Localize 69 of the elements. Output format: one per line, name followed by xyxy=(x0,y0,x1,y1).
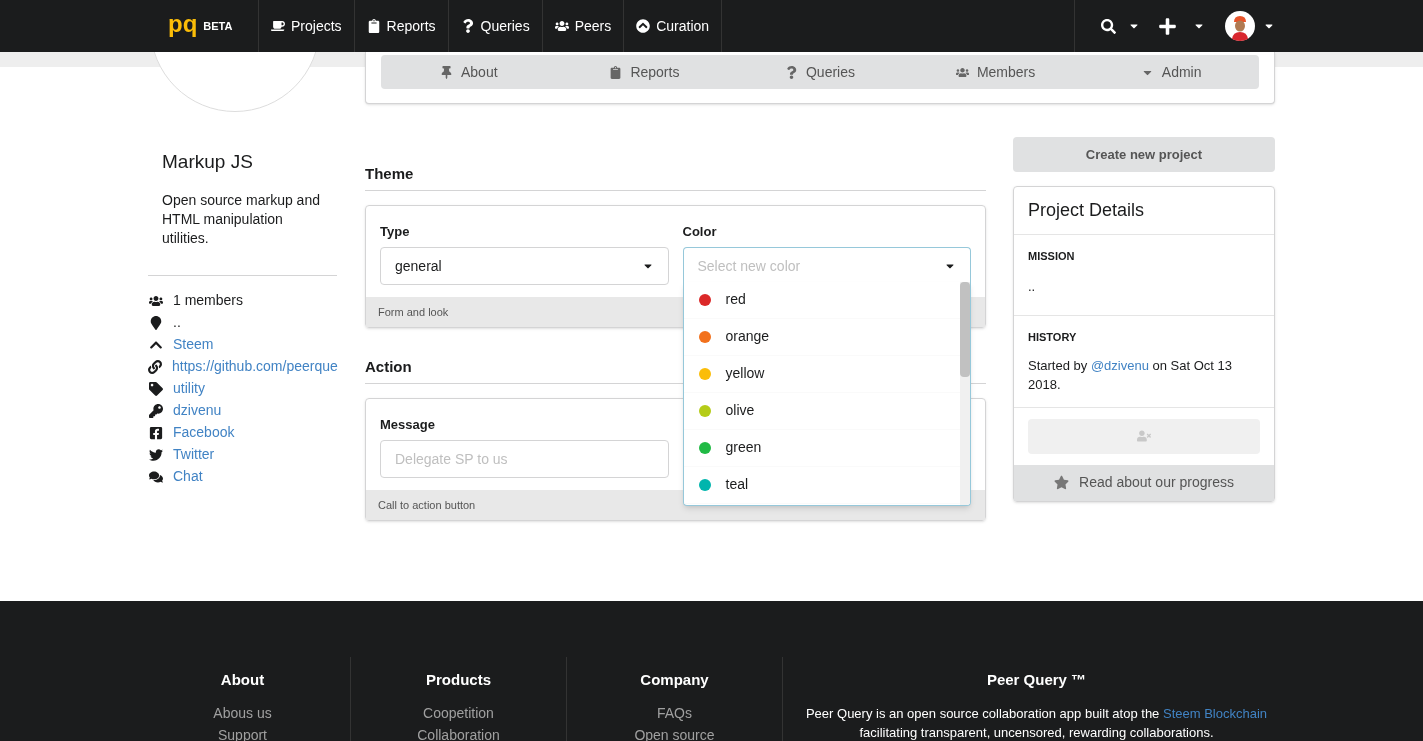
color-option[interactable]: green xyxy=(683,429,960,467)
section-heading: Theme xyxy=(365,163,986,191)
chat-icon xyxy=(148,469,163,484)
add-button[interactable] xyxy=(1158,16,1205,36)
mission-label: MISSION xyxy=(1028,249,1076,264)
clipboard-icon xyxy=(609,65,623,79)
footer-heading: Company xyxy=(640,670,709,690)
field-label: Color xyxy=(682,222,718,241)
user-remove-icon xyxy=(1137,429,1151,443)
sidebar-text: .. xyxy=(173,313,181,332)
facebook-icon xyxy=(148,425,163,440)
chevron-up-icon xyxy=(636,19,651,33)
users-icon xyxy=(148,293,163,308)
cup-icon xyxy=(271,19,285,33)
beta-label: BETA xyxy=(203,18,233,34)
project-tab[interactable]: Members xyxy=(907,55,1084,89)
footer-link[interactable]: Collaboration xyxy=(417,725,500,741)
sidebar-link[interactable]: Steem xyxy=(173,334,214,355)
footer-heading: Peer Query ™ xyxy=(986,670,1087,690)
search-icon xyxy=(1101,18,1116,34)
progress-link[interactable]: Read about our progress xyxy=(1014,464,1274,501)
pin-icon xyxy=(440,65,453,79)
project-tab[interactable]: Admin xyxy=(1083,55,1259,89)
tag-icon xyxy=(148,381,163,396)
steem-link[interactable]: Steem Blockchain xyxy=(1163,705,1268,721)
project-tab[interactable]: Reports xyxy=(556,55,733,89)
mission-text: .. xyxy=(1028,277,1037,296)
project-tab[interactable]: About xyxy=(381,55,557,89)
project-description: Open source markup and HTML manipulation utilities. xyxy=(162,190,321,248)
key-icon xyxy=(148,403,163,418)
footer-link[interactable]: Coopetition xyxy=(423,703,494,722)
project-tab[interactable]: Queries xyxy=(732,55,908,89)
create-project-button[interactable]: Create new project xyxy=(1013,137,1275,172)
sidebar-text: 1 members xyxy=(173,291,244,310)
color-option[interactable]: olive xyxy=(683,392,960,430)
sidebar-link[interactable]: Facebook xyxy=(173,422,235,443)
footer-about-text: Peer Query is an open source collaboration app built atop the Steem Blockchain facilitating transparent, uncensored, rewarding collaborations. xyxy=(804,704,1269,741)
card-title: Project Details xyxy=(1014,187,1274,235)
user-link[interactable]: @dzivenu xyxy=(1090,357,1149,373)
search-button[interactable] xyxy=(1101,18,1140,34)
avatar-icon xyxy=(1225,11,1255,41)
footer-heading: Products xyxy=(426,670,491,690)
message-field[interactable]: Delegate SP to us xyxy=(380,440,669,478)
sidebar-link[interactable]: dzivenu xyxy=(173,400,222,421)
history-label: HISTORY xyxy=(1028,330,1078,345)
type-select[interactable]: general xyxy=(380,247,669,285)
question-icon xyxy=(784,65,798,79)
logo[interactable]: pq xyxy=(168,12,198,36)
users-icon xyxy=(554,19,569,33)
field-label: Type xyxy=(380,222,411,241)
link-icon xyxy=(148,359,162,374)
users-icon xyxy=(955,65,969,79)
sidebar-link[interactable]: https://github.com/peerque xyxy=(172,356,338,377)
sidebar-link[interactable]: utility xyxy=(173,378,205,399)
footer-link[interactable]: FAQs xyxy=(657,703,692,722)
sidebar-link[interactable]: Twitter xyxy=(173,444,215,465)
user-menu-button[interactable] xyxy=(1225,11,1275,41)
project-title: Markup JS xyxy=(162,150,254,174)
sidebar-link[interactable]: Chat xyxy=(173,466,203,487)
field-label: Message xyxy=(380,415,436,434)
plus-icon xyxy=(1158,16,1177,36)
history-text: Started by @dzivenu on Sat Oct 13 2018. xyxy=(1028,356,1234,394)
clipboard-icon xyxy=(366,19,381,33)
color-option[interactable]: yellow xyxy=(683,355,960,393)
footer-link[interactable]: Abous us xyxy=(213,703,272,722)
map-marker-icon xyxy=(148,315,163,330)
footer-heading: About xyxy=(220,670,265,690)
star-icon xyxy=(1054,475,1070,490)
twitter-icon xyxy=(148,447,163,462)
